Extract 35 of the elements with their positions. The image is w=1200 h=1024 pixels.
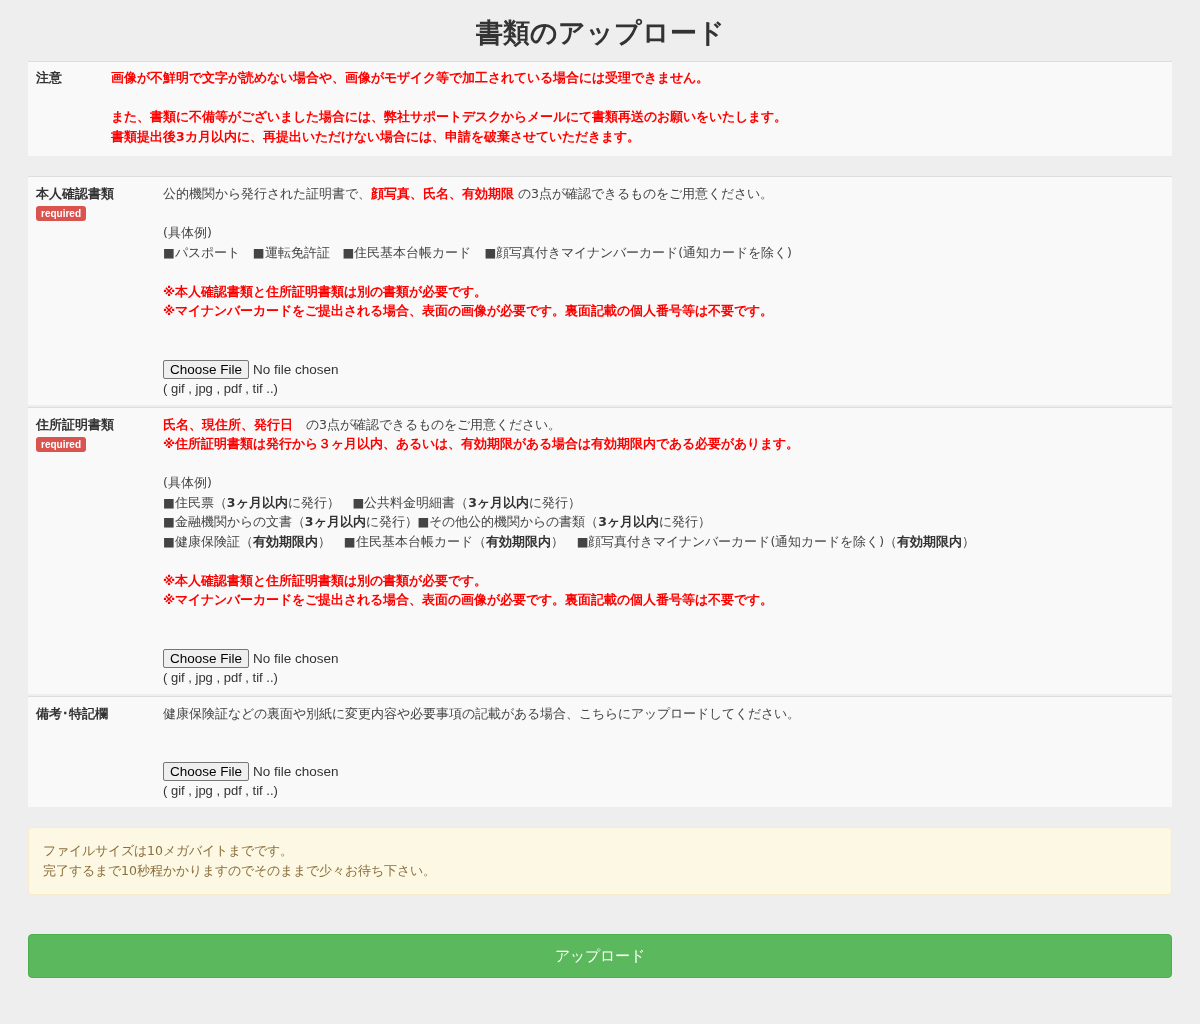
description-text: ※住所証明書類は発行から３ヶ月以内、あるいは、有効期限がある場合は有効期限内である必要があります。 <box>163 435 801 453</box>
row-label: 備考･特記欄 <box>36 704 108 723</box>
row-label: 本人確認書類 <box>36 185 114 203</box>
description-text: (具体例) <box>163 474 213 492</box>
file-status: No file chosen <box>253 764 339 779</box>
description-text: ■金融機関からの文書（3ヶ月以内に発行）■その他公的機関からの書類（3ヶ月以内に発行） <box>163 513 713 531</box>
notice-text: 画像が不鮮明で文字が読めない場合や、画像がモザイク等で加工されている場合には受理できません。 <box>111 69 710 87</box>
choose-file-button[interactable]: Choose File <box>163 648 250 668</box>
choose-file-button[interactable]: Choose File <box>163 762 250 781</box>
file-formats: ( gif , jpg , pdf , tif ..) <box>163 379 279 398</box>
required-badge: required <box>36 436 86 452</box>
file-status: No file chosen <box>253 650 339 666</box>
notice-text: また、書類に不備等がございました場合には、弊社サポートデスクからメールにて書類再送のお願いをいたします。 <box>111 108 788 126</box>
description-text: 氏名、現住所、発行日 の3点が確認できるものをご用意ください。 <box>163 415 562 434</box>
info-text: ファイルサイズは10メガバイトまでです。 <box>43 842 294 860</box>
row-label: 住所証明書類 <box>36 415 114 434</box>
file-status: No file chosen <box>253 361 339 377</box>
description-text: 公的機関から発行された証明書で、顔写真、氏名、有効期限 の3点が確認できるものをご用意ください。 <box>163 185 774 203</box>
description-text: (具体例) <box>163 224 213 242</box>
choose-file-button[interactable]: Choose File <box>163 359 250 379</box>
description-text: ■パスポート ■運転免許証 ■住民基本台帳カード ■顔写真付きマイナンバーカード(通知カードを除く) <box>163 243 793 262</box>
file-formats: ( gif , jpg , pdf , tif ..) <box>163 668 279 687</box>
file-formats: ( gif , jpg , pdf , tif ..) <box>163 782 279 800</box>
description-text: ※マイナンバーカードをご提出される場合、表面の画像が必要です。裏面記載の個人番号等は不要です。 <box>163 591 775 609</box>
row-label: 注意 <box>36 69 63 87</box>
description-text: ※マイナンバーカードをご提出される場合、表面の画像が必要です。裏面記載の個人番号等は不要です。 <box>163 302 775 320</box>
description-text: ■健康保険証（有効期限内） ■住民基本台帳カード（有効期限内） ■顔写真付きマイナンバーカード(通知カードを除く)（有効期限内） <box>163 532 977 551</box>
info-text: 完了するまで10秒程かかりますのでそのままで少々お待ち下さい。 <box>43 862 437 880</box>
description-text: ■住民票（3ヶ月以内に発行） ■公共料金明細書（3ヶ月以内に発行） <box>163 493 583 512</box>
description-text: ※本人確認書類と住所証明書類は別の書類が必要です。 <box>163 571 489 590</box>
description-text: ※本人確認書類と住所証明書類は別の書類が必要です。 <box>163 282 489 301</box>
required-badge: required <box>36 206 86 221</box>
description-text: 健康保険証などの裏面や別紙に変更内容や必要事項の記載がある場合、こちらにアップロードしてください。 <box>163 704 801 723</box>
page-title: 書類のアップロード <box>474 16 726 50</box>
notice-text: 書類提出後3カ月以内に、再提出いただけない場合には、申請を破棄させていただきます。 <box>111 127 641 146</box>
